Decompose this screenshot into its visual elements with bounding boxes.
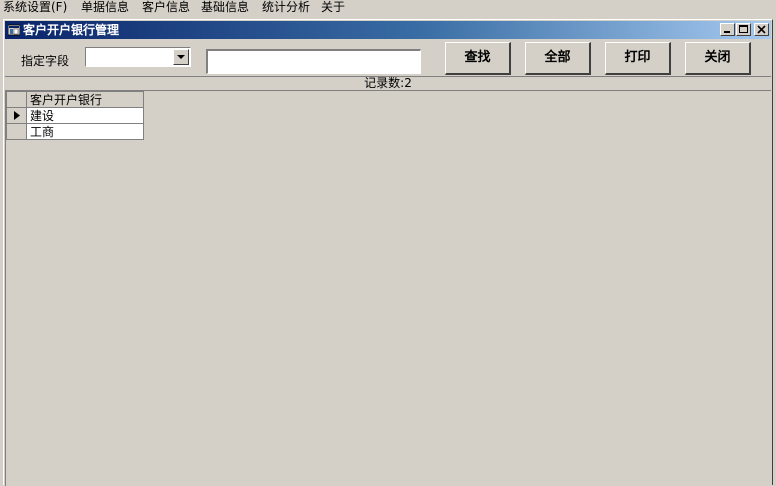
record-count: 记录数:2 — [364, 76, 412, 90]
menu-customer-info[interactable]: 客户信息 — [142, 0, 190, 15]
table-row[interactable]: 建设 — [6, 107, 144, 124]
show-all-button[interactable]: 全部 — [525, 42, 591, 75]
chevron-down-icon — [177, 55, 185, 59]
app-icon — [8, 24, 20, 36]
grid-table: 客户开户银行 建设 工商 — [6, 91, 144, 140]
menu-basic-info[interactable]: 基础信息 — [201, 0, 249, 15]
close-window-button[interactable] — [754, 23, 769, 36]
record-count-bar: 记录数:2 — [5, 76, 771, 91]
field-select[interactable] — [85, 47, 191, 67]
menu-bar: 系统设置(F) 单据信息 客户信息 基础信息 统计分析 关于 — [0, 0, 776, 17]
menu-about[interactable]: 关于 — [321, 0, 345, 15]
close-icon — [757, 25, 766, 34]
maximize-icon — [739, 25, 748, 33]
data-grid[interactable]: 客户开户银行 建设 工商 — [5, 91, 771, 486]
maximize-button[interactable] — [736, 23, 751, 36]
table-row[interactable]: 工商 — [6, 123, 144, 140]
search-input[interactable] — [206, 49, 421, 74]
grid-header-row: 客户开户银行 — [6, 91, 144, 108]
title-bar[interactable]: 客户开户银行管理 — [5, 21, 771, 39]
menu-statistics[interactable]: 统计分析 — [262, 0, 310, 15]
field-select-dropdown-button[interactable] — [173, 49, 189, 65]
menu-system-settings[interactable]: 系统设置(F) — [3, 0, 67, 15]
row-indicator[interactable] — [6, 123, 27, 140]
minimize-icon — [724, 31, 730, 33]
search-button[interactable]: 查找 — [445, 42, 511, 75]
window-title: 客户开户银行管理 — [23, 23, 120, 37]
row-indicator-header — [6, 91, 27, 108]
print-button[interactable]: 打印 — [605, 42, 671, 75]
field-label: 指定字段 — [21, 54, 70, 68]
minimize-button[interactable] — [720, 23, 735, 36]
cell-bank-name[interactable]: 工商 — [26, 123, 144, 140]
column-header-bank[interactable]: 客户开户银行 — [26, 91, 144, 108]
bank-management-window: 客户开户银行管理 指定字段 查找 全部 打印 关闭 记录数:2 客户开户银行 建… — [3, 19, 773, 486]
menu-documents[interactable]: 单据信息 — [81, 0, 129, 15]
close-button[interactable]: 关闭 — [685, 42, 751, 75]
cell-bank-name[interactable]: 建设 — [26, 107, 144, 124]
row-indicator[interactable] — [6, 107, 27, 124]
current-row-arrow-icon — [13, 111, 20, 120]
